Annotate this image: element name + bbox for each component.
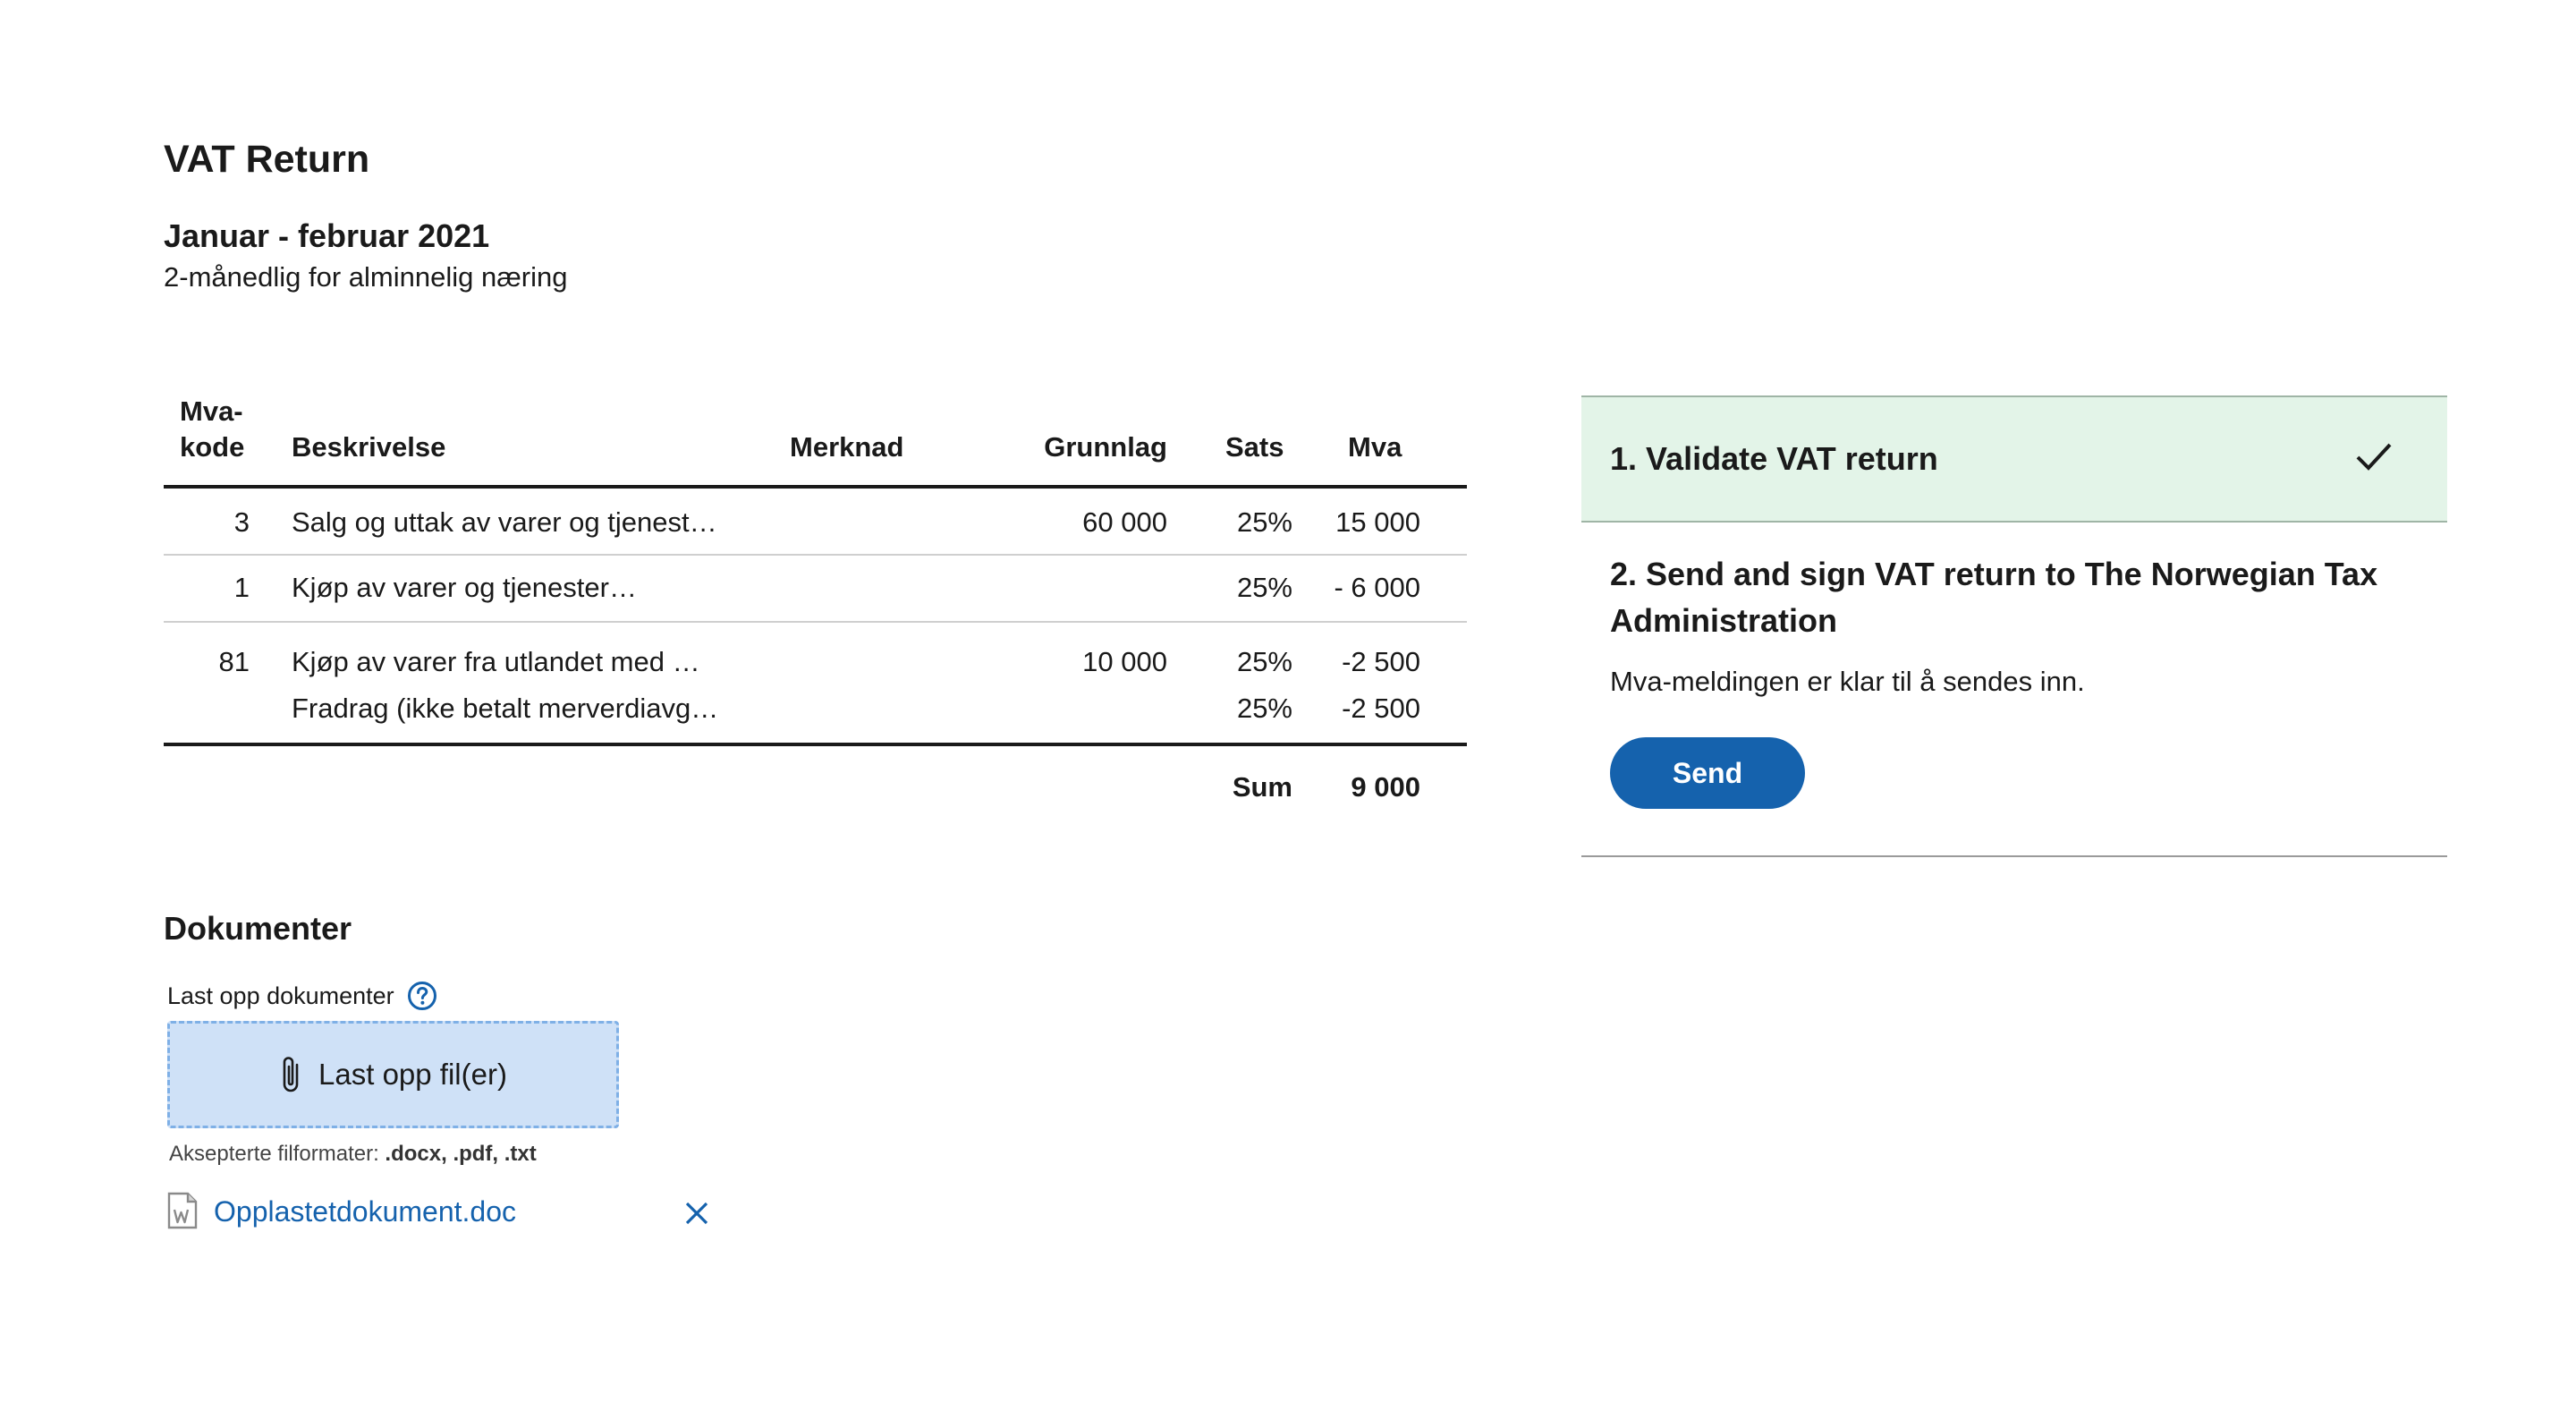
header-note: Merknad — [790, 431, 904, 463]
sum-label: Sum — [1232, 771, 1292, 803]
paperclip-icon — [283, 1057, 299, 1092]
word-file-icon — [167, 1192, 198, 1229]
step-send: 2. Send and sign VAT return to The Norwe… — [1581, 523, 2447, 857]
accepted-formats: Aksepterte filformater: .docx, .pdf, .tx… — [169, 1142, 537, 1167]
step-validate: 1. Validate VAT return — [1581, 395, 2447, 523]
file-link[interactable]: Opplastetdokument.doc — [214, 1195, 516, 1228]
upload-label: Last opp dokumenter — [167, 981, 437, 1011]
row-rate: 25% — [1236, 572, 1292, 603]
header-basis: Grunnlag — [1044, 431, 1167, 463]
row-sub-rate: 25% — [1236, 693, 1292, 724]
row-vat: 15 000 — [1335, 506, 1420, 538]
vat-table: Mva- kode Beskrivelse Merknad Grunnlag S… — [164, 394, 1467, 827]
row-basis: 60 000 — [1082, 506, 1167, 538]
header-code-line1: Mva- — [180, 395, 243, 427]
header-vat: Mva — [1348, 431, 1402, 463]
row-code: 3 — [233, 506, 250, 538]
row-sub-description: Fradrag (ikke betalt merverdiavg… — [292, 693, 719, 724]
submission-steps: 1. Validate VAT return 2. Send and sign … — [1581, 395, 2447, 857]
period-title: Januar - februar 2021 — [164, 217, 490, 254]
row-description: Kjøp av varer og tjenester… — [292, 572, 637, 603]
row-vat: - 6 000 — [1334, 572, 1420, 603]
formats-value: .docx, .pdf, .txt — [385, 1142, 537, 1166]
row-rate: 25% — [1236, 646, 1292, 677]
page-title: VAT Return — [164, 138, 370, 181]
send-button[interactable]: Send — [1610, 737, 1805, 809]
table-header: Mva- kode Beskrivelse Merknad Grunnlag S… — [164, 394, 1467, 489]
step-send-description: Mva-meldingen er klar til å sendes inn. — [1610, 666, 2085, 697]
period-description: 2-månedlig for alminnelig næring — [164, 261, 568, 293]
row-description: Salg og uttak av varer og tjenest… — [292, 506, 717, 538]
header-rate: Sats — [1225, 431, 1284, 463]
table-row[interactable]: 1 Kjøp av varer og tjenester… 25% - 6 00… — [164, 556, 1467, 623]
header-description: Beskrivelse — [292, 431, 446, 463]
step-send-title: 2. Send and sign VAT return to The Norwe… — [1610, 556, 2378, 639]
row-vat: -2 500 — [1342, 646, 1420, 677]
sum-value: 9 000 — [1351, 771, 1420, 803]
upload-dropzone[interactable]: Last opp fil(er) — [167, 1021, 619, 1128]
question-circle-icon[interactable] — [407, 981, 437, 1011]
header-code: Mva- kode — [180, 394, 244, 465]
row-description: Kjøp av varer fra utlandet med … — [292, 646, 700, 677]
row-rate: 25% — [1236, 506, 1292, 538]
documents-title: Dokumenter — [164, 910, 352, 947]
sum-row: Sum 9 000 — [164, 746, 1467, 827]
table-row[interactable]: 81 Kjøp av varer fra utlandet med … 10 0… — [164, 623, 1467, 746]
row-code: 81 — [218, 646, 250, 677]
header-code-line2: kode — [180, 431, 245, 463]
uploaded-file: Opplastetdokument.doc — [167, 1190, 722, 1233]
row-code: 1 — [233, 572, 250, 603]
upload-label-text: Last opp dokumenter — [167, 982, 394, 1009]
dropzone-label: Last opp fil(er) — [318, 1058, 507, 1091]
close-icon[interactable] — [684, 1201, 709, 1226]
step-validate-title: 1. Validate VAT return — [1610, 440, 1938, 477]
row-basis: 10 000 — [1082, 646, 1167, 677]
formats-label: Aksepterte filformater: — [169, 1142, 379, 1166]
table-row[interactable]: 3 Salg og uttak av varer og tjenest… 60 … — [164, 489, 1467, 556]
check-icon — [2356, 443, 2392, 471]
row-sub-vat: -2 500 — [1342, 693, 1420, 724]
